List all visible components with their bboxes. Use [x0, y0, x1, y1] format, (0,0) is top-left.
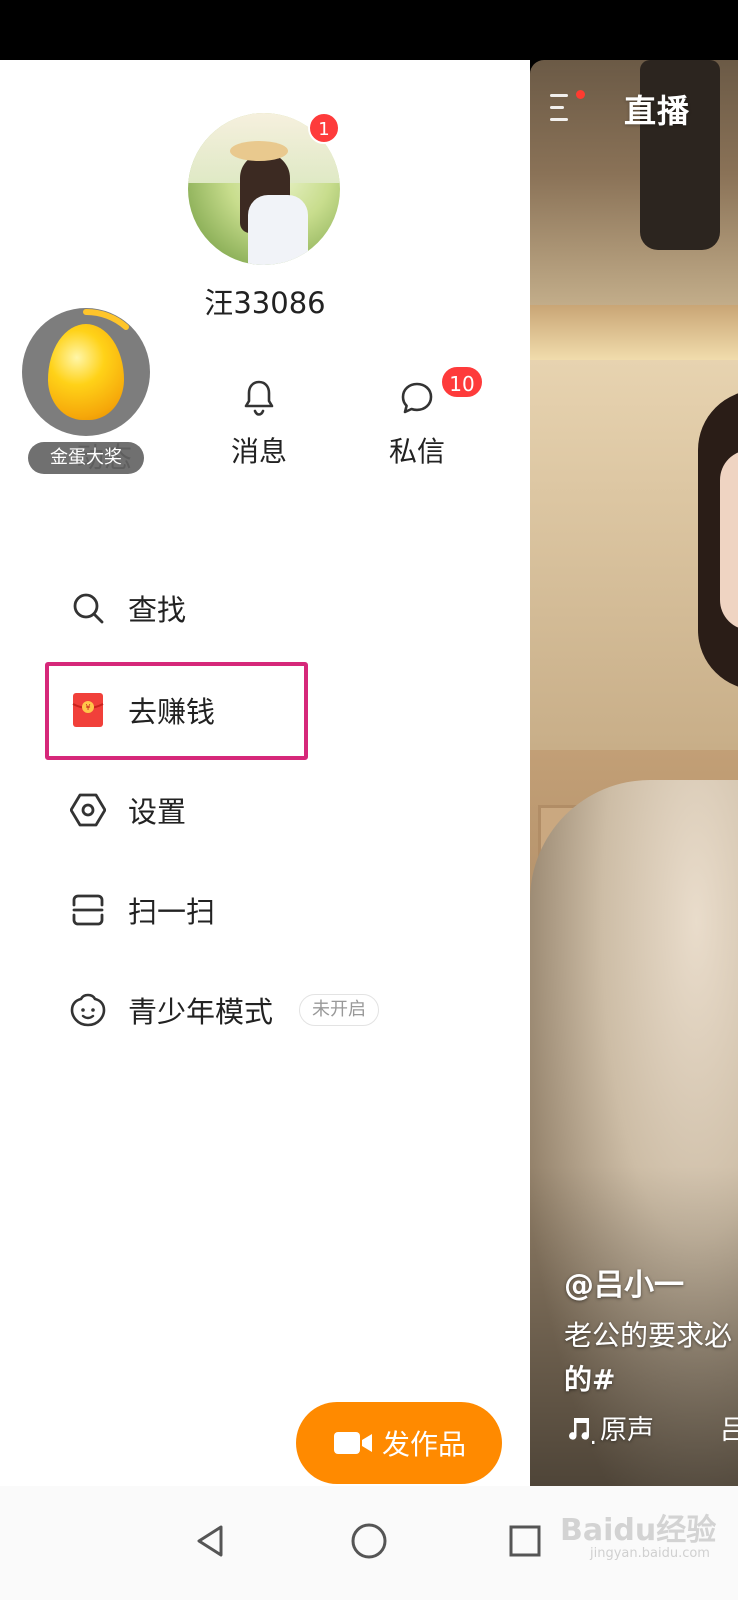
quick-action-label: 消息 [230, 435, 287, 468]
quick-action-messages[interactable]: 消息 [204, 378, 314, 470]
background-shelf [530, 305, 738, 360]
chat-bubble-icon [401, 382, 433, 414]
menu-item-search[interactable]: 查找 [70, 578, 186, 638]
teen-mode-status-pill: 未开启 [299, 994, 380, 1026]
watermark-url: jingyan.baidu.com [590, 1546, 710, 1561]
child-face-icon [70, 992, 106, 1028]
person-face [720, 450, 738, 630]
video-description-hashtag[interactable]: 的# [564, 1358, 615, 1398]
video-feed-panel[interactable]: 直播 @吕小一 老公的要求必 的# ̣原声 吕 [530, 60, 738, 1486]
search-icon [70, 590, 106, 626]
status-bar [0, 0, 738, 60]
video-camera-icon [333, 1432, 372, 1454]
scan-icon [70, 892, 106, 928]
watermark-brand: Baidu经验 [560, 1513, 717, 1548]
hexagon-settings-icon [70, 792, 106, 828]
tab-live[interactable]: 直播 [624, 86, 690, 132]
side-drawer: 1 汪33086 动态 金蛋大奖 消息 私信 10 [0, 60, 530, 1486]
annotation-highlight-box [45, 662, 308, 760]
golden-egg-label[interactable]: 金蛋大奖 [28, 442, 144, 474]
home-icon[interactable] [344, 1516, 394, 1566]
golden-egg-widget[interactable] [22, 308, 150, 436]
recents-icon[interactable] [500, 1516, 550, 1566]
bell-icon [244, 380, 274, 416]
menu-item-label: 青少年模式 [128, 995, 274, 1029]
menu-item-label: 查找 [128, 593, 187, 627]
music-title: ̣原声 [600, 1415, 654, 1446]
menu-item-settings[interactable]: 设置 [70, 780, 186, 840]
quick-action-label: 私信 [388, 435, 445, 468]
menu-item-label: 扫一扫 [128, 895, 216, 929]
video-music[interactable]: ̣原声 [564, 1408, 654, 1447]
avatar-notification-badge: 1 [308, 112, 340, 144]
publish-label: 发作品 [381, 1428, 466, 1461]
screen: 直播 @吕小一 老公的要求必 的# ̣原声 吕 1 汪33086 动态 金蛋大奖 [0, 0, 738, 1600]
music-note-icon [569, 1417, 590, 1440]
video-author[interactable]: @吕小一 [564, 1260, 684, 1304]
back-icon[interactable] [186, 1516, 236, 1566]
notification-dot [576, 90, 585, 99]
music-title-extra: 吕 [720, 1415, 738, 1446]
menu-item-teen-mode[interactable]: 青少年模式 未开启 [70, 980, 380, 1040]
direct-message-badge: 10 [440, 365, 484, 399]
menu-item-scan[interactable]: 扫一扫 [70, 880, 215, 940]
video-description: 老公的要求必 [564, 1319, 733, 1352]
publish-button[interactable]: 发作品 [296, 1402, 502, 1484]
hamburger-menu-icon[interactable] [550, 90, 585, 126]
menu-item-label: 设置 [128, 795, 187, 829]
